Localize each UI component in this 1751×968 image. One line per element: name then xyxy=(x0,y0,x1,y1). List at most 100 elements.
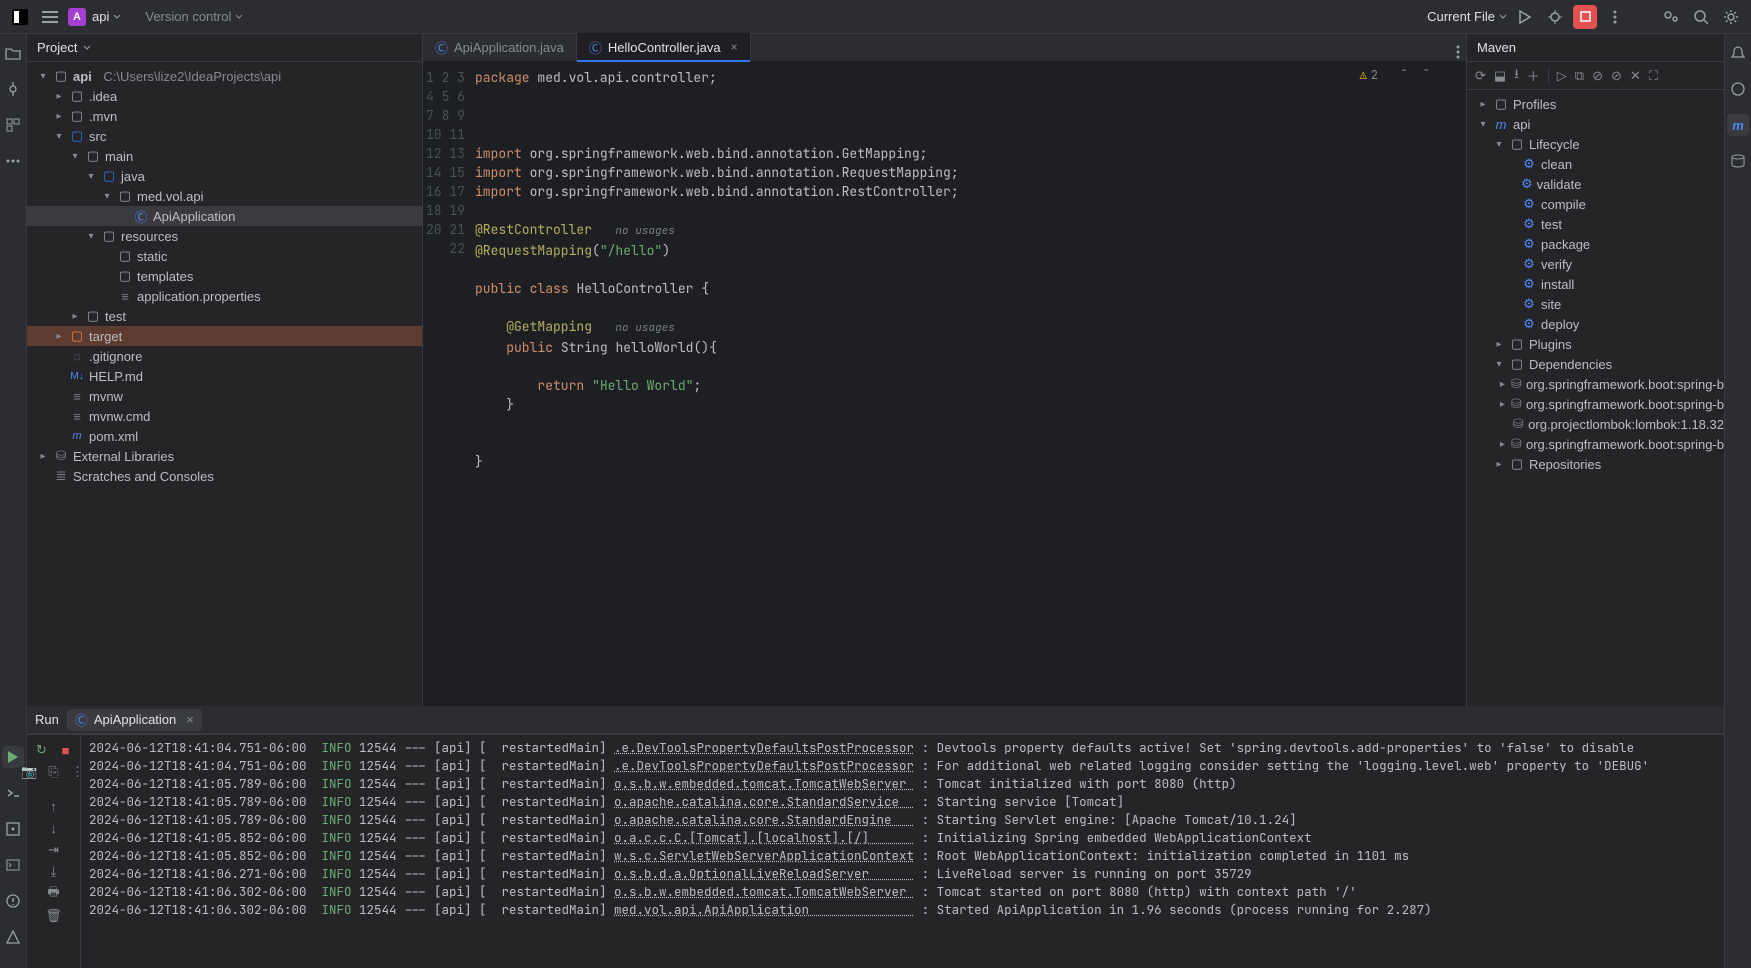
offline-icon[interactable]: ⊘ xyxy=(1611,68,1622,84)
vcs-selector[interactable]: Version control xyxy=(145,9,243,24)
maven-dep[interactable]: ▸⛁org.springframework.boot:spring-b xyxy=(1467,434,1724,454)
structure-tool-button[interactable] xyxy=(2,114,24,136)
tree-item[interactable]: ≣Scratches and Consoles xyxy=(27,466,422,486)
tree-item[interactable]: ▸▢test xyxy=(27,306,422,326)
collapse-icon[interactable]: ✕ xyxy=(1630,68,1641,84)
maven-goal[interactable]: ⚙install xyxy=(1467,274,1724,294)
search-button[interactable] xyxy=(1689,5,1713,29)
problems-indicator[interactable]: ⚠2 ˆ ˇ xyxy=(1360,66,1430,85)
maven-goal[interactable]: ⚙test xyxy=(1467,214,1724,234)
up-icon[interactable]: ↑ xyxy=(45,797,63,815)
run-tab-label[interactable]: Run xyxy=(35,712,59,727)
tree-item[interactable]: ▾▢main xyxy=(27,146,422,166)
stop-icon[interactable]: ■ xyxy=(57,741,75,759)
tree-item[interactable]: ≡mvnw xyxy=(27,386,422,406)
notifications-button[interactable] xyxy=(1727,42,1749,64)
skip-tests-icon[interactable]: ⊘ xyxy=(1592,68,1603,84)
tree-root[interactable]: ▾▢api C:\Users\lize2\IdeaProjects\api xyxy=(27,66,422,86)
project-tool-button[interactable] xyxy=(2,42,24,64)
run-config-selector[interactable]: Current File xyxy=(1427,9,1507,24)
vcs-log-button[interactable] xyxy=(2,926,24,948)
tree-item[interactable]: ▸▢.idea xyxy=(27,86,422,106)
print-icon[interactable]: 🖶 xyxy=(45,885,63,903)
tree-item[interactable]: M↓HELP.md xyxy=(27,366,422,386)
project-selector[interactable]: api xyxy=(92,9,121,24)
maven-dep[interactable]: ▸⛁org.springframework.boot:spring-b xyxy=(1467,394,1724,414)
code-content[interactable]: package med.vol.api.controller; import o… xyxy=(475,62,1466,706)
editor-tab-active[interactable]: ⒸHelloController.java× xyxy=(577,33,751,61)
maven-item[interactable]: ▾▢Dependencies xyxy=(1467,354,1724,374)
maven-goal[interactable]: ⚙verify xyxy=(1467,254,1724,274)
editor-body[interactable]: ⚠2 ˆ ˇ 1 2 3 4 5 6 7 8 9 10 11 12 13 14 … xyxy=(423,62,1466,706)
close-icon[interactable]: × xyxy=(186,712,194,727)
tree-item[interactable]: ≡mvnw.cmd xyxy=(27,406,422,426)
down-icon[interactable]: ↓ xyxy=(45,819,63,837)
maven-header[interactable]: Maven xyxy=(1467,34,1724,62)
problems-tool-button[interactable] xyxy=(2,890,24,912)
maven-dep[interactable]: ⛁org.projectlombok:lombok:1.18.32 xyxy=(1467,414,1724,434)
maven-goal[interactable]: ⚙package xyxy=(1467,234,1724,254)
python-console-button[interactable] xyxy=(2,782,24,804)
rerun-icon[interactable]: ↻ xyxy=(33,741,51,759)
reload-icon[interactable]: ⟳ xyxy=(1475,68,1486,84)
services-tool-button[interactable] xyxy=(2,818,24,840)
up-icon[interactable]: ˆ xyxy=(1400,66,1407,85)
tree-item[interactable]: ▾▢src xyxy=(27,126,422,146)
commit-tool-button[interactable] xyxy=(2,78,24,100)
ai-assistant-button[interactable] xyxy=(1727,78,1749,100)
scroll-icon[interactable]: ⤓ xyxy=(45,863,63,881)
tree-item[interactable]: ▢templates xyxy=(27,266,422,286)
tree-item[interactable]: ▸⛁External Libraries xyxy=(27,446,422,466)
maven-dep[interactable]: ▸⛁org.springframework.boot:spring-b xyxy=(1467,374,1724,394)
maven-item[interactable]: ▾▢Lifecycle xyxy=(1467,134,1724,154)
maven-item[interactable]: ▸▢Plugins xyxy=(1467,334,1724,354)
maven-goal[interactable]: ⚙site xyxy=(1467,294,1724,314)
maven-item[interactable]: ▸▢Repositories xyxy=(1467,454,1724,474)
stop-button[interactable] xyxy=(1573,5,1597,29)
app-icon[interactable] xyxy=(8,5,32,29)
code-with-me-button[interactable] xyxy=(1659,5,1683,29)
maven-item[interactable]: ▸▢Profiles xyxy=(1467,94,1724,114)
project-tree[interactable]: ▾▢api C:\Users\lize2\IdeaProjects\api ▸▢… xyxy=(27,62,422,706)
maven-tree[interactable]: ▸▢Profiles ▾mapi ▾▢Lifecycle ⚙clean ⚙val… xyxy=(1467,90,1724,706)
maven-goal[interactable]: ⚙compile xyxy=(1467,194,1724,214)
tree-item[interactable]: ▾▢resources xyxy=(27,226,422,246)
settings-button[interactable] xyxy=(1719,5,1743,29)
tree-item-target[interactable]: ▸▢target xyxy=(27,326,422,346)
console-output[interactable]: 2024-06-12T18:41:04.751-06:00 INFO 12544… xyxy=(81,735,1724,968)
camera-icon[interactable]: 📷 xyxy=(21,763,39,781)
main-menu-button[interactable] xyxy=(38,5,62,29)
run-button[interactable] xyxy=(1513,5,1537,29)
maven-item[interactable]: ▾mapi xyxy=(1467,114,1724,134)
debug-button[interactable] xyxy=(1543,5,1567,29)
expand-icon[interactable]: ⛶ xyxy=(1649,68,1658,84)
tree-item[interactable]: ◌.gitignore xyxy=(27,346,422,366)
database-tool-button[interactable] xyxy=(1727,150,1749,172)
editor-more-button[interactable] xyxy=(1456,45,1460,59)
download-icon[interactable]: ⭳ xyxy=(1514,65,1519,87)
tree-item[interactable]: ≡application.properties xyxy=(27,286,422,306)
exit-icon[interactable]: ⎘ xyxy=(45,763,63,781)
tree-item[interactable]: ▢static xyxy=(27,246,422,266)
tree-item-selected[interactable]: ⒸApiApplication xyxy=(27,206,422,226)
more-actions-button[interactable] xyxy=(1603,5,1627,29)
tree-item[interactable]: ▾▢med.vol.api xyxy=(27,186,422,206)
execute-icon[interactable]: ⧉ xyxy=(1575,68,1584,84)
add-icon[interactable]: ＋ xyxy=(1527,66,1540,85)
more-tool-button[interactable] xyxy=(2,150,24,172)
run-icon[interactable]: ▷ xyxy=(1557,68,1567,84)
terminal-tool-button[interactable] xyxy=(2,854,24,876)
tree-item[interactable]: ▾▢java xyxy=(27,166,422,186)
maven-goal[interactable]: ⚙clean xyxy=(1467,154,1724,174)
editor-tab[interactable]: ⒸApiApplication.java xyxy=(423,33,577,61)
maven-tool-button[interactable]: m xyxy=(1727,114,1749,136)
close-icon[interactable]: × xyxy=(731,40,738,54)
maven-goal[interactable]: ⚙validate xyxy=(1467,174,1724,194)
wrap-icon[interactable]: ⇥ xyxy=(45,841,63,859)
trash-icon[interactable]: 🗑 xyxy=(45,907,63,925)
run-tab-active[interactable]: ⒸApiApplication× xyxy=(67,709,202,731)
generate-icon[interactable]: ⬓ xyxy=(1494,68,1506,84)
down-icon[interactable]: ˇ xyxy=(1423,66,1430,85)
project-header[interactable]: Project xyxy=(27,34,422,62)
maven-goal[interactable]: ⚙deploy xyxy=(1467,314,1724,334)
